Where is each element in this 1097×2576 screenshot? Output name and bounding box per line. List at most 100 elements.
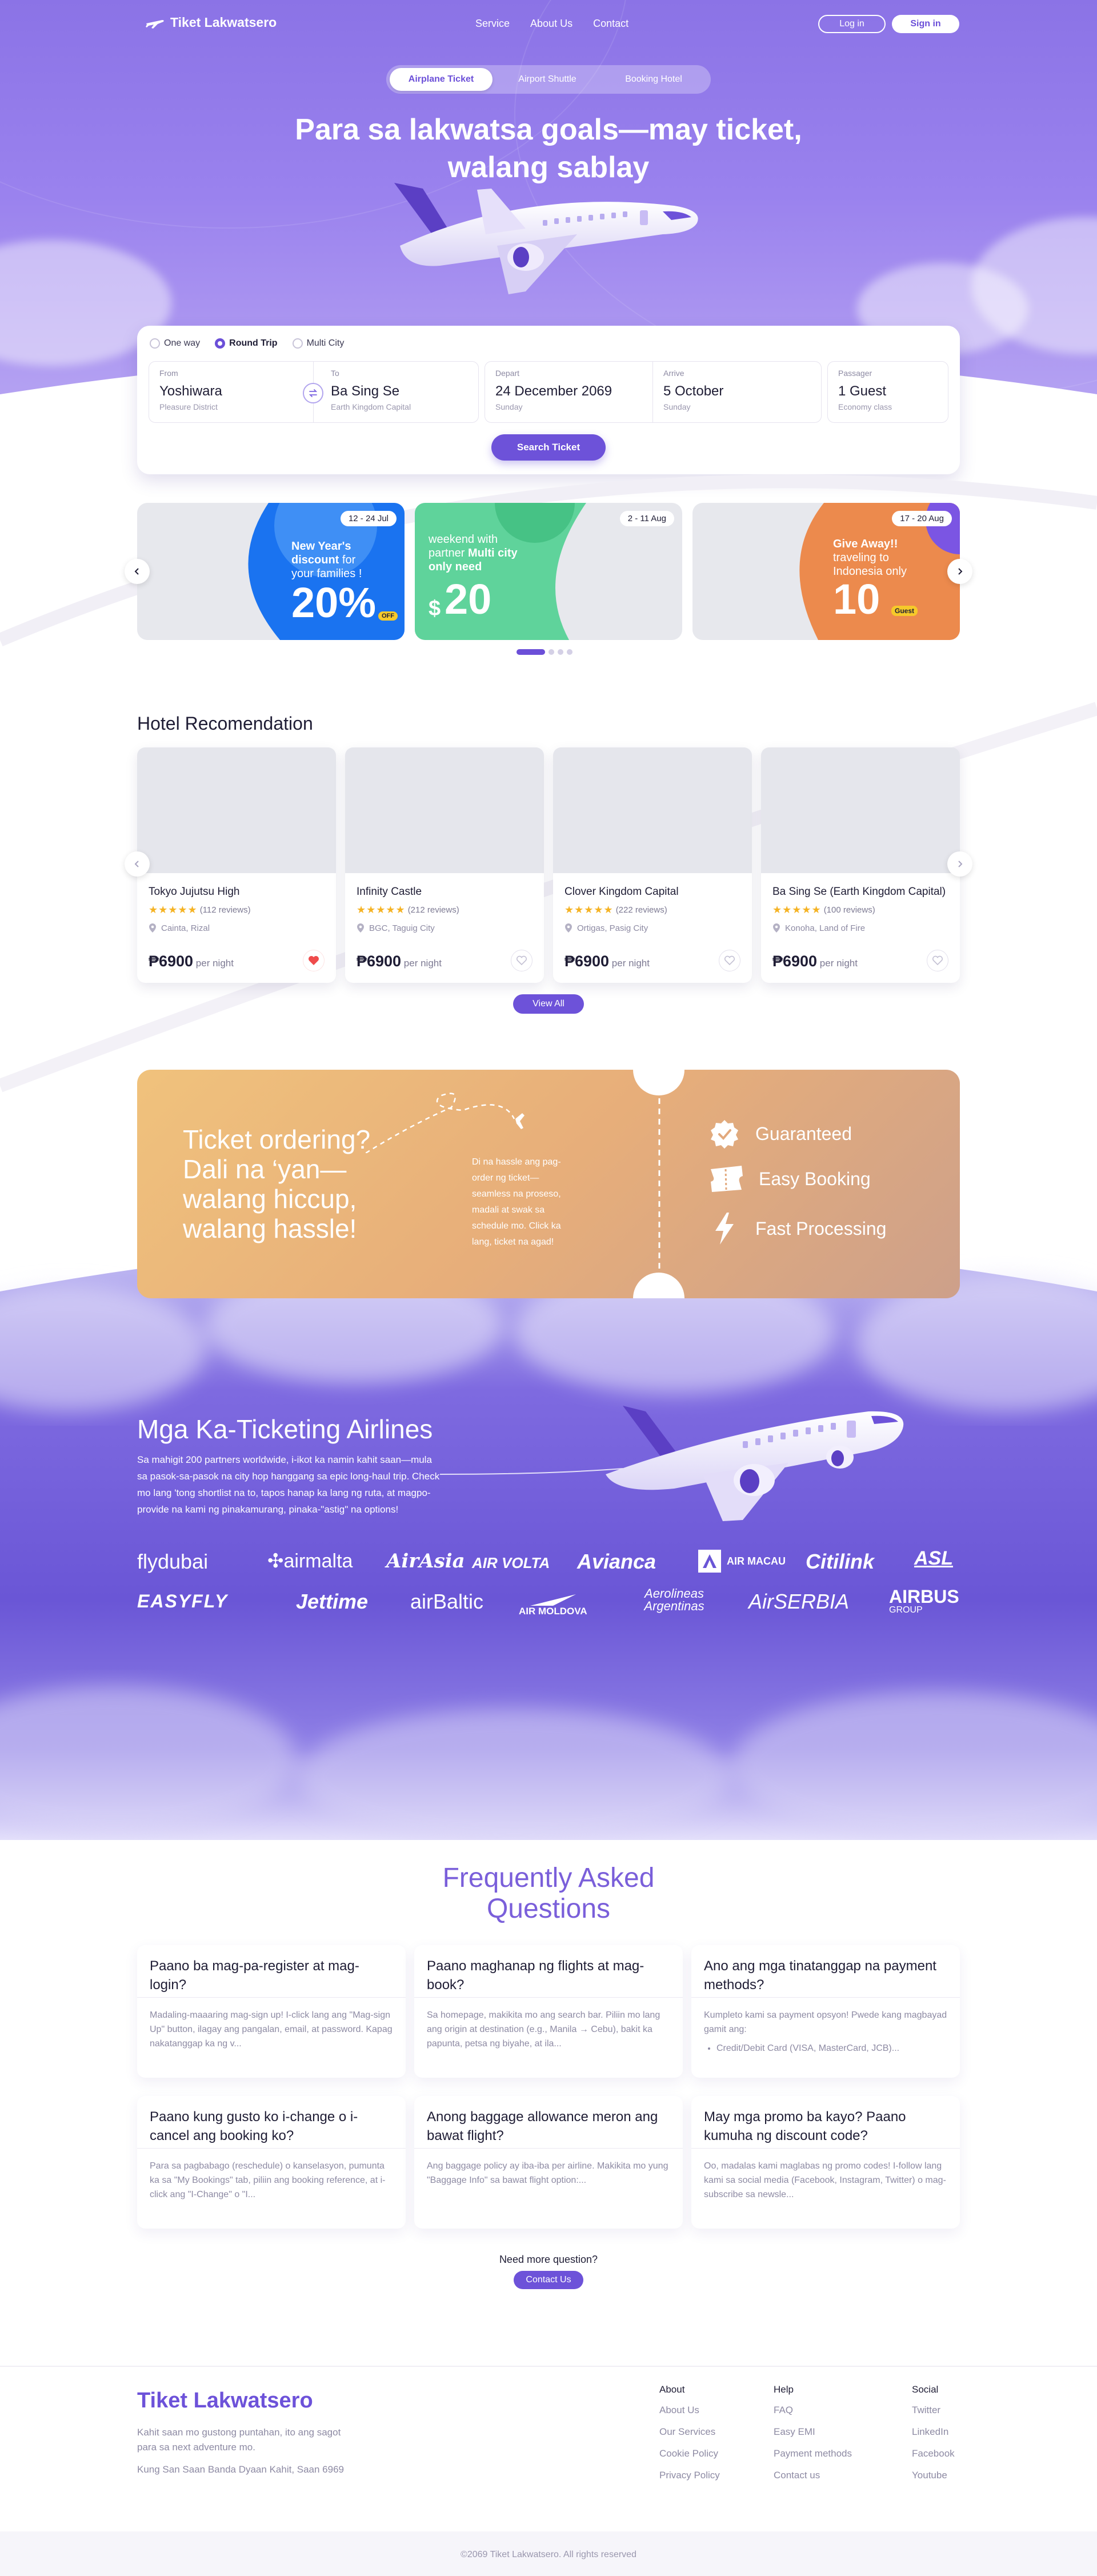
promo-card-new-year[interactable]: 12 - 24 Jul New Year's discount for your… [137, 503, 405, 640]
faq-card[interactable]: Paano ba mag-pa-register at mag-login? M… [137, 1945, 406, 2078]
footer-link[interactable]: LinkedIn [912, 2426, 955, 2438]
airline-logo-easyfly: EASYFLY [137, 1591, 229, 1611]
footer-link[interactable]: Our Services [659, 2426, 720, 2438]
field-label: To [331, 369, 339, 378]
feature-easy-booking: Easy Booking [708, 1165, 871, 1193]
flight-search-card: One way Round Trip Multi City From Yoshi… [137, 326, 960, 474]
airlines-title: Mga Ka-Ticketing Airlines [137, 1414, 433, 1444]
field-sublabel: Sunday [663, 402, 691, 411]
airline-logo-airbus: AIRBUS GROUP [889, 1587, 959, 1615]
footer-tagline: Kahit saan mo gustong puntahan, ito ang … [137, 2427, 341, 2453]
nav-about-us[interactable]: About Us [530, 18, 572, 30]
heart-outline-icon [932, 955, 943, 966]
location-pin-icon [149, 923, 156, 933]
hotel-card[interactable]: Tokyo Jujutsu High ★★★★★ (112 reviews) Ca… [137, 747, 336, 983]
footer-link[interactable]: FAQ [774, 2405, 852, 2416]
promo-big-value: 10 [833, 575, 880, 623]
chevron-left-icon [134, 861, 139, 867]
radio-multi-city[interactable]: Multi City [292, 338, 345, 349]
tab-booking-hotel[interactable]: Booking Hotel [602, 68, 705, 91]
copyright-text: ©2069 Tiket Lakwatsero. All rights reser… [461, 2550, 636, 2559]
logo-text: AIR MACAU [727, 1555, 786, 1567]
hotel-card[interactable]: Ba Sing Se (Earth Kingdom Capital) ★★★★★… [761, 747, 960, 983]
faq-card[interactable]: Ano ang mga tinatanggap na payment metho… [691, 1945, 960, 2078]
footer-brand[interactable]: Tiket Lakwatsero [137, 2389, 313, 2413]
tab-airport-shuttle[interactable]: Airport Shuttle [496, 68, 599, 91]
login-button[interactable]: Log in [818, 15, 886, 33]
tab-airplane-ticket[interactable]: Airplane Ticket [390, 68, 493, 91]
faq-card[interactable]: Paano kung gusto ko i-change o i-cancel … [137, 2096, 406, 2229]
headline-line: Ticket ordering? [183, 1125, 371, 1154]
promo-text: Give Away!! traveling to Indonesia only [833, 537, 907, 578]
faq-card[interactable]: May mga promo ba kayo? Paano kumuha ng d… [691, 2096, 960, 2229]
passenger-field[interactable]: Passager 1 Guest Economy class [827, 361, 948, 423]
promo-card-weekend[interactable]: 2 - 11 Aug weekend with partner Multi ci… [415, 503, 682, 640]
favorite-button[interactable] [511, 950, 533, 971]
footer-link[interactable]: Contact us [774, 2470, 852, 2481]
promo-line: only need [429, 561, 482, 573]
pagination-dot-active[interactable] [517, 649, 545, 655]
faq-title-line: Questions [486, 1894, 611, 1924]
favorite-button[interactable] [303, 950, 325, 971]
footer-link[interactable]: Payment methods [774, 2448, 852, 2459]
view-all-hotels-button[interactable]: View All [513, 994, 584, 1014]
footer-column-social: Social Twitter LinkedIn Facebook Youtube [912, 2384, 955, 2491]
hotel-prev-button[interactable] [125, 851, 150, 877]
airlines-description: Sa mahigit 200 partners worldwide, i-iko… [137, 1454, 440, 1515]
footer-link[interactable]: Privacy Policy [659, 2470, 720, 2481]
footer-link[interactable]: Youtube [912, 2470, 955, 2481]
depart-field[interactable]: Depart 24 December 2069 Sunday [485, 361, 654, 423]
brand-logo[interactable]: Tiket Lakwatsero [145, 15, 277, 30]
radio-label: Multi City [306, 338, 345, 348]
hotel-next-button[interactable] [947, 851, 972, 877]
favorite-button[interactable] [927, 950, 948, 971]
footer-link[interactable]: Easy EMI [774, 2426, 852, 2438]
pagination-dot[interactable] [558, 649, 563, 655]
search-ticket-button[interactable]: Search Ticket [491, 434, 606, 461]
feature-fast-processing: Fast Processing [708, 1211, 886, 1246]
hotel-card[interactable]: Clover Kingdom Capital ★★★★★ (222 reviews… [553, 747, 752, 983]
ticket-headline: Ticket ordering? Dali na ‘yan— walang hi… [183, 1125, 370, 1243]
booking-tabs: Airplane Ticket Airport Shuttle Booking … [386, 65, 711, 94]
plane-logo-icon [146, 19, 164, 29]
footer-link[interactable]: Twitter [912, 2405, 955, 2416]
promo-line: discount [291, 554, 339, 566]
footer-link[interactable]: Facebook [912, 2448, 955, 2459]
swap-locations-button[interactable] [303, 383, 323, 403]
pagination-dot[interactable] [548, 649, 554, 655]
signin-button[interactable]: Sign in [892, 15, 959, 33]
nav-contact[interactable]: Contact [593, 18, 628, 30]
hotel-name: Clover Kingdom Capital [564, 886, 679, 898]
radio-round-trip[interactable]: Round Trip [215, 338, 278, 349]
hotel-rating: ★★★★★ (100 reviews) [772, 904, 948, 916]
hotel-card[interactable]: Infinity Castle ★★★★★ (212 reviews) BGC, … [345, 747, 544, 983]
faq-card[interactable]: Paano maghanap ng flights at mag-book? S… [414, 1945, 683, 2078]
airline-logo-airbaltic: airBaltic [410, 1590, 484, 1613]
favorite-button[interactable] [719, 950, 740, 971]
promo-card-give-away[interactable]: 17 - 20 Aug Give Away!! traveling to Ind… [692, 503, 960, 640]
to-field[interactable]: To Ba Sing Se Earth Kingdom Capital [313, 361, 479, 423]
promo-prev-button[interactable] [125, 559, 150, 584]
footer-link[interactable]: About Us [659, 2405, 720, 2416]
faq-title: Frequently Asked Questions [377, 1863, 720, 1925]
footer-link[interactable]: Cookie Policy [659, 2448, 720, 2459]
field-value: Yoshiwara [159, 383, 222, 399]
nav-service[interactable]: Service [475, 18, 510, 30]
pagination-dot[interactable] [567, 649, 572, 655]
radio-one-way[interactable]: One way [150, 338, 200, 349]
arrive-field[interactable]: Arrive 5 October Sunday [652, 361, 822, 423]
faq-card[interactable]: Anong baggage allowance meron ang bawat … [414, 2096, 683, 2229]
field-value: Ba Sing Se [331, 383, 400, 399]
ticket-description: Di na hassle ang pag-order ng ticket—sea… [472, 1157, 561, 1247]
promo-next-button[interactable] [947, 559, 972, 584]
contact-us-button[interactable]: Contact Us [514, 2271, 583, 2289]
star-rating-icon: ★★★★★ [149, 904, 198, 915]
airline-logo-asl: ASL [914, 1547, 953, 1569]
ticket-divider [658, 1098, 660, 1270]
promo-big-value: 20% [291, 579, 377, 626]
location-text: Ortigas, Pasig City [577, 923, 648, 933]
hotel-image [137, 747, 336, 873]
star-rating-icon: ★★★★★ [357, 904, 406, 915]
from-field[interactable]: From Yoshiwara Pleasure District [149, 361, 314, 423]
price-value: ₱6900 [772, 953, 818, 970]
